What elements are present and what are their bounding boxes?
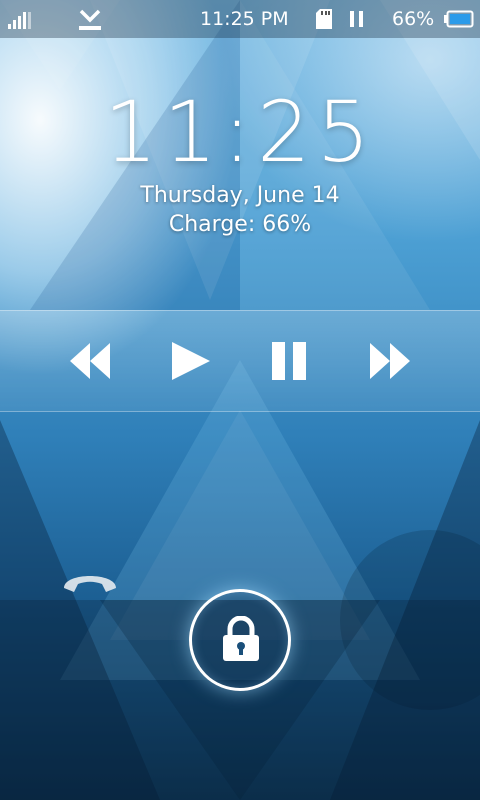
battery-icon [444, 10, 474, 28]
unlock-ring[interactable] [189, 589, 291, 691]
play-icon [172, 342, 210, 380]
pause-button[interactable] [266, 341, 314, 381]
charge-status: Charge: 66% [168, 212, 312, 237]
lockscreen-date: Thursday, June 14 [140, 183, 340, 208]
status-time: 11:25 PM [200, 8, 289, 30]
status-bar: 11:25 PM 66% [0, 0, 480, 38]
fast-forward-icon [370, 343, 410, 379]
pause-icon [272, 342, 306, 380]
battery-percent: 66% [392, 8, 435, 30]
signal-bars-icon [8, 11, 32, 29]
media-pause-icon [350, 11, 364, 27]
fast-forward-button[interactable] [366, 341, 414, 381]
sd-card-icon [316, 9, 332, 29]
phone-icon[interactable] [60, 566, 120, 596]
rewind-button[interactable] [66, 341, 114, 381]
lock-icon [223, 616, 259, 661]
rewind-icon [70, 343, 110, 379]
play-button[interactable] [166, 341, 214, 381]
lockscreen-clock: 11:25 [103, 83, 377, 181]
download-complete-icon [78, 9, 102, 31]
music-controls [0, 310, 480, 412]
